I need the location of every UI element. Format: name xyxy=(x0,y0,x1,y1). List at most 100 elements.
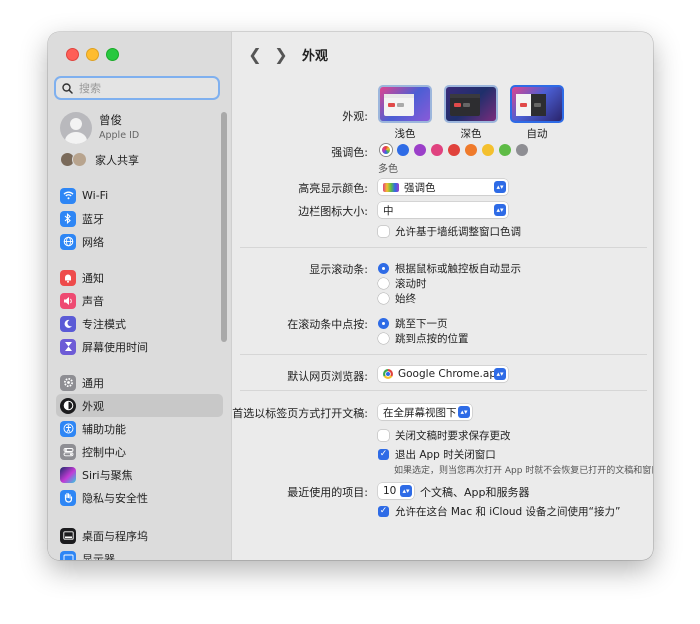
radio-unselected[interactable] xyxy=(378,333,389,344)
hand-icon xyxy=(60,489,76,506)
appearance-light-option[interactable]: 浅色 xyxy=(378,85,432,141)
sidebar-item-network[interactable]: 网络 xyxy=(56,230,223,253)
accent-graphite-swatch[interactable] xyxy=(516,144,528,156)
default-browser-popup[interactable]: Google Chrome.app ▴▾ xyxy=(378,366,508,382)
sidebar-item-wifi[interactable]: Wi-Fi xyxy=(56,184,223,207)
radio-selected[interactable] xyxy=(378,263,389,274)
search-box[interactable] xyxy=(54,76,220,100)
sidebar-item-label: 辅助功能 xyxy=(82,422,126,436)
sidebar-item-desktop-dock[interactable]: 桌面与程序坞 xyxy=(56,524,223,547)
auto-mode-preview xyxy=(510,85,564,123)
appearance-option-label: 自动 xyxy=(526,128,548,140)
zoom-button[interactable] xyxy=(106,48,119,61)
accent-multicolor-swatch[interactable] xyxy=(380,144,392,156)
section-divider xyxy=(240,247,647,248)
sidebar-item-privacy[interactable]: 隐私与安全性 xyxy=(56,486,223,509)
radio-unselected[interactable] xyxy=(378,278,389,289)
sidebar-item-label: 控制中心 xyxy=(82,445,126,459)
accent-red-swatch[interactable] xyxy=(448,144,460,156)
checkbox-unchecked[interactable] xyxy=(378,226,389,237)
sidebar-item-displays[interactable]: 显示器 xyxy=(56,547,223,560)
sidebar-item-label: 通用 xyxy=(82,376,104,390)
accent-orange-swatch[interactable] xyxy=(465,144,477,156)
radio-label: 跳到点按的位置 xyxy=(395,333,469,345)
profile-name: 曾俊 xyxy=(99,113,122,127)
sidebar-item-appearance[interactable]: 外观 xyxy=(56,394,223,417)
sidebar-group-network: Wi-Fi 蓝牙 网络 xyxy=(56,184,223,253)
forward-chevron-icon[interactable]: ❯ xyxy=(268,45,294,64)
sidebar-item-label: 桌面与程序坞 xyxy=(82,529,148,543)
sidebar-item-siri[interactable]: Siri与聚焦 xyxy=(56,463,223,486)
back-chevron-icon[interactable]: ❮ xyxy=(242,45,268,64)
close-windows-checkbox[interactable]: ✓ 退出 App 时关闭窗口 xyxy=(378,447,496,462)
sidebar-item-screen-time[interactable]: 屏幕使用时间 xyxy=(56,335,223,358)
highlight-swatch-icon xyxy=(383,182,399,192)
sidebar-item-sound[interactable]: 声音 xyxy=(56,289,223,312)
section-divider xyxy=(240,390,647,391)
chrome-icon xyxy=(383,369,393,379)
minimize-button[interactable] xyxy=(86,48,99,61)
checkbox-checked[interactable]: ✓ xyxy=(378,506,389,517)
apple-id-profile[interactable]: 曾俊 Apple ID xyxy=(60,112,139,144)
prefer-tabs-popup[interactable]: 在全屏幕视图下 ▴▾ xyxy=(378,404,472,420)
sidebar-item-label: 蓝牙 xyxy=(82,212,104,226)
sidebar-item-label: Siri与聚焦 xyxy=(82,468,133,482)
scrollbars-auto-radio[interactable]: 根据鼠标或触控板自动显示 xyxy=(378,261,521,276)
accent-purple-swatch[interactable] xyxy=(414,144,426,156)
light-mode-preview xyxy=(378,85,432,123)
prefer-tabs-value: 在全屏幕视图下 xyxy=(383,406,457,419)
avatar xyxy=(60,112,92,144)
wifi-icon xyxy=(60,187,76,204)
popup-chevron-icon: ▴▾ xyxy=(400,485,412,497)
close-button[interactable] xyxy=(66,48,79,61)
sidebar-item-accessibility[interactable]: 辅助功能 xyxy=(56,417,223,440)
appearance-dark-option[interactable]: 深色 xyxy=(444,85,498,141)
appearance-auto-option[interactable]: 自动 xyxy=(510,85,564,141)
search-input[interactable] xyxy=(77,80,211,96)
moon-icon xyxy=(60,315,76,332)
accent-pink-swatch[interactable] xyxy=(431,144,443,156)
checkbox-unchecked[interactable] xyxy=(378,430,389,441)
ask-save-checkbox[interactable]: 关闭文稿时要求保存更改 xyxy=(378,428,511,443)
scrollbars-always-radio[interactable]: 始终 xyxy=(378,291,416,306)
accessibility-icon xyxy=(60,420,76,437)
recent-items-label: 最近使用的项目: xyxy=(287,486,368,499)
window-controls xyxy=(66,48,119,61)
scroll-click-spot-radio[interactable]: 跳到点按的位置 xyxy=(378,331,469,346)
close-windows-note: 如果选定，则当您再次打开 App 时就不会恢复已打开的文稿和窗口。 xyxy=(394,466,653,476)
page-title: 外观 xyxy=(302,48,329,64)
wallpaper-tint-checkbox[interactable]: 允许基于墙纸调整窗口色调 xyxy=(378,224,521,239)
scrollbars-when-scrolling-radio[interactable]: 滚动时 xyxy=(378,276,427,291)
accent-blue-swatch[interactable] xyxy=(397,144,409,156)
radio-selected[interactable] xyxy=(378,318,389,329)
appearance-option-label: 深色 xyxy=(460,128,482,140)
show-scrollbars-label: 显示滚动条: xyxy=(309,263,368,276)
accent-color-label: 强调色: xyxy=(331,146,368,159)
scroll-click-next-page-radio[interactable]: 跳至下一页 xyxy=(378,316,448,331)
checkbox-checked[interactable]: ✓ xyxy=(378,449,389,460)
accent-green-swatch[interactable] xyxy=(499,144,511,156)
sidebar-item-focus[interactable]: 专注模式 xyxy=(56,312,223,335)
sidebar-item-control-center[interactable]: 控制中心 xyxy=(56,440,223,463)
handoff-checkbox[interactable]: ✓ 允许在这台 Mac 和 iCloud 设备之间使用“接力” xyxy=(378,504,620,519)
search-icon xyxy=(62,82,73,94)
sidebar-item-label: 屏幕使用时间 xyxy=(82,340,148,354)
wallpaper-tint-label: 允许基于墙纸调整窗口色调 xyxy=(395,226,521,238)
hourglass-icon xyxy=(60,338,76,355)
radio-label: 始终 xyxy=(395,293,416,305)
highlight-color-popup[interactable]: 强调色 ▴▾ xyxy=(378,179,508,195)
sidebar-item-general[interactable]: 通用 xyxy=(56,371,223,394)
family-sharing[interactable]: 家人共享 xyxy=(60,152,139,168)
recent-items-popup[interactable]: 10 ▴▾ xyxy=(378,483,414,499)
sidebar-item-bluetooth[interactable]: 蓝牙 xyxy=(56,207,223,230)
default-browser-label: 默认网页浏览器: xyxy=(287,370,368,383)
radio-unselected[interactable] xyxy=(378,293,389,304)
accent-yellow-swatch[interactable] xyxy=(482,144,494,156)
sidebar-item-notifications[interactable]: 通知 xyxy=(56,266,223,289)
popup-chevron-icon: ▴▾ xyxy=(494,368,506,380)
recent-items-suffix: 个文稿、App和服务器 xyxy=(420,486,530,499)
popup-chevron-icon: ▴▾ xyxy=(494,204,506,216)
appearance-options: 浅色 深色 自动 xyxy=(378,85,564,141)
highlight-color-value: 强调色 xyxy=(404,181,436,194)
sidebar-icon-size-popup[interactable]: 中 ▴▾ xyxy=(378,202,508,218)
